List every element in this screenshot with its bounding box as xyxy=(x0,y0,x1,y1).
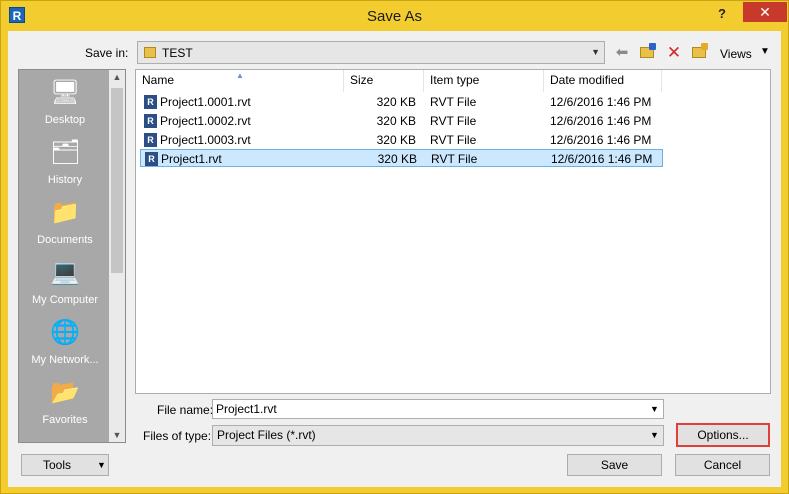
file-date: 12/6/2016 1:46 PM xyxy=(551,152,653,166)
rvt-file-icon: R xyxy=(144,114,157,128)
file-name-input[interactable] xyxy=(212,399,664,419)
place-label: My Computer xyxy=(31,294,99,306)
file-row[interactable]: R Project1.0003.rvt 320 KB RVT File 12/6… xyxy=(140,131,663,149)
column-label: Name xyxy=(142,73,175,87)
file-name: Project1.0003.rvt xyxy=(160,133,251,147)
documents-icon: 📁 xyxy=(50,199,80,226)
file-row[interactable]: R Project1.0002.rvt 320 KB RVT File 12/6… xyxy=(140,112,663,130)
chevron-down-icon: ▼ xyxy=(591,47,600,57)
cancel-button[interactable]: Cancel xyxy=(675,454,770,476)
file-size: 320 KB xyxy=(377,152,417,166)
chevron-down-icon[interactable]: ▼ xyxy=(760,46,770,57)
save-in-value: TEST xyxy=(162,46,193,60)
scroll-up-icon[interactable]: ▲ xyxy=(109,72,125,82)
file-type: RVT File xyxy=(431,152,478,166)
rvt-file-icon: R xyxy=(144,133,157,147)
tools-button[interactable]: Tools ▼ xyxy=(21,454,109,476)
sort-ascending-icon: ▲ xyxy=(236,71,244,80)
column-header-size[interactable]: Size xyxy=(344,70,424,92)
history-icon: 🗂 xyxy=(50,139,81,166)
dialog-title: Save As xyxy=(366,8,423,25)
place-desktop[interactable]: 🖥 Desktop xyxy=(19,78,111,126)
places-bar: 🖥 Desktop 🗂 History 📁 Documents 💻 My Com… xyxy=(18,69,126,443)
place-my-network[interactable]: 🌐 My Network... xyxy=(19,318,111,366)
save-as-dialog: R Save As ? ✕ Save in: TEST ▼ ⬅ ✕ Views … xyxy=(0,0,789,494)
place-label: My Network... xyxy=(31,354,99,366)
file-row[interactable]: R Project1.0001.rvt 320 KB RVT File 12/6… xyxy=(140,93,663,111)
place-history[interactable]: 🗂 History xyxy=(19,138,111,186)
column-header-date-modified[interactable]: Date modified xyxy=(544,70,662,92)
file-name: Project1.rvt xyxy=(161,152,222,166)
column-header-item-type[interactable]: Item type xyxy=(424,70,544,92)
place-favorites[interactable]: 📂 Favorites xyxy=(19,378,111,426)
save-in-dropdown[interactable]: TEST ▼ xyxy=(137,41,605,64)
up-folder-icon[interactable] xyxy=(638,43,658,63)
place-label: Documents xyxy=(37,234,93,246)
folder-icon xyxy=(144,47,156,58)
rvt-file-icon: R xyxy=(145,152,158,166)
views-button[interactable]: Views xyxy=(720,47,752,61)
file-type: RVT File xyxy=(430,114,477,128)
scrollbar-thumb[interactable] xyxy=(111,88,123,273)
place-label: Favorites xyxy=(42,414,88,426)
new-folder-icon[interactable] xyxy=(690,43,710,63)
file-type-dropdown[interactable]: Project Files (*.rvt) xyxy=(212,425,664,446)
file-list: Name ▲ Size Item type Date modified R Pr… xyxy=(135,69,771,394)
chevron-down-icon[interactable]: ▼ xyxy=(650,404,659,414)
place-my-computer[interactable]: 💻 My Computer xyxy=(19,258,111,306)
file-date: 12/6/2016 1:46 PM xyxy=(550,95,652,109)
file-date: 12/6/2016 1:46 PM xyxy=(550,133,652,147)
column-header-name[interactable]: Name ▲ xyxy=(136,70,344,92)
chevron-down-icon[interactable]: ▼ xyxy=(650,430,659,440)
places-scrollbar[interactable]: ▲ ▼ xyxy=(109,70,125,442)
place-label: Desktop xyxy=(44,114,86,126)
file-date: 12/6/2016 1:46 PM xyxy=(550,114,652,128)
back-arrow-icon[interactable]: ⬅ xyxy=(612,43,632,63)
delete-icon[interactable]: ✕ xyxy=(664,43,684,63)
save-in-label: Save in: xyxy=(85,46,129,60)
file-size: 320 KB xyxy=(376,133,416,147)
rvt-file-icon: R xyxy=(144,95,157,109)
file-name: Project1.0001.rvt xyxy=(160,95,251,109)
file-name-label: File name: xyxy=(157,403,214,417)
title-bar: R Save As ? ✕ xyxy=(1,1,788,31)
desktop-icon: 🖥 xyxy=(50,79,81,106)
file-size: 320 KB xyxy=(376,95,416,109)
network-icon: 🌐 xyxy=(50,319,80,346)
sparkle-badge xyxy=(701,43,708,50)
file-size: 320 KB xyxy=(376,114,416,128)
place-documents[interactable]: 📁 Documents xyxy=(19,198,111,246)
place-label: History xyxy=(47,174,83,186)
file-type: RVT File xyxy=(430,95,477,109)
favorites-icon: 📂 xyxy=(50,379,80,406)
save-button[interactable]: Save xyxy=(567,454,662,476)
help-button[interactable]: ? xyxy=(711,4,733,24)
chevron-down-icon: ▼ xyxy=(97,460,106,470)
file-name: Project1.0002.rvt xyxy=(160,114,251,128)
dialog-body: Save in: TEST ▼ ⬅ ✕ Views ▼ 🖥 Desktop 🗂 … xyxy=(8,31,781,487)
up-arrow-badge xyxy=(649,43,656,50)
file-type-label: Files of type: xyxy=(143,429,212,443)
close-button[interactable]: ✕ xyxy=(743,2,787,22)
computer-icon: 💻 xyxy=(50,259,80,286)
tools-label: Tools xyxy=(43,458,72,472)
file-type: RVT File xyxy=(430,133,477,147)
scroll-down-icon[interactable]: ▼ xyxy=(109,430,125,440)
options-button[interactable]: Options... xyxy=(676,423,770,447)
file-row-selected[interactable]: R Project1.rvt 320 KB RVT File 12/6/2016… xyxy=(140,149,663,167)
